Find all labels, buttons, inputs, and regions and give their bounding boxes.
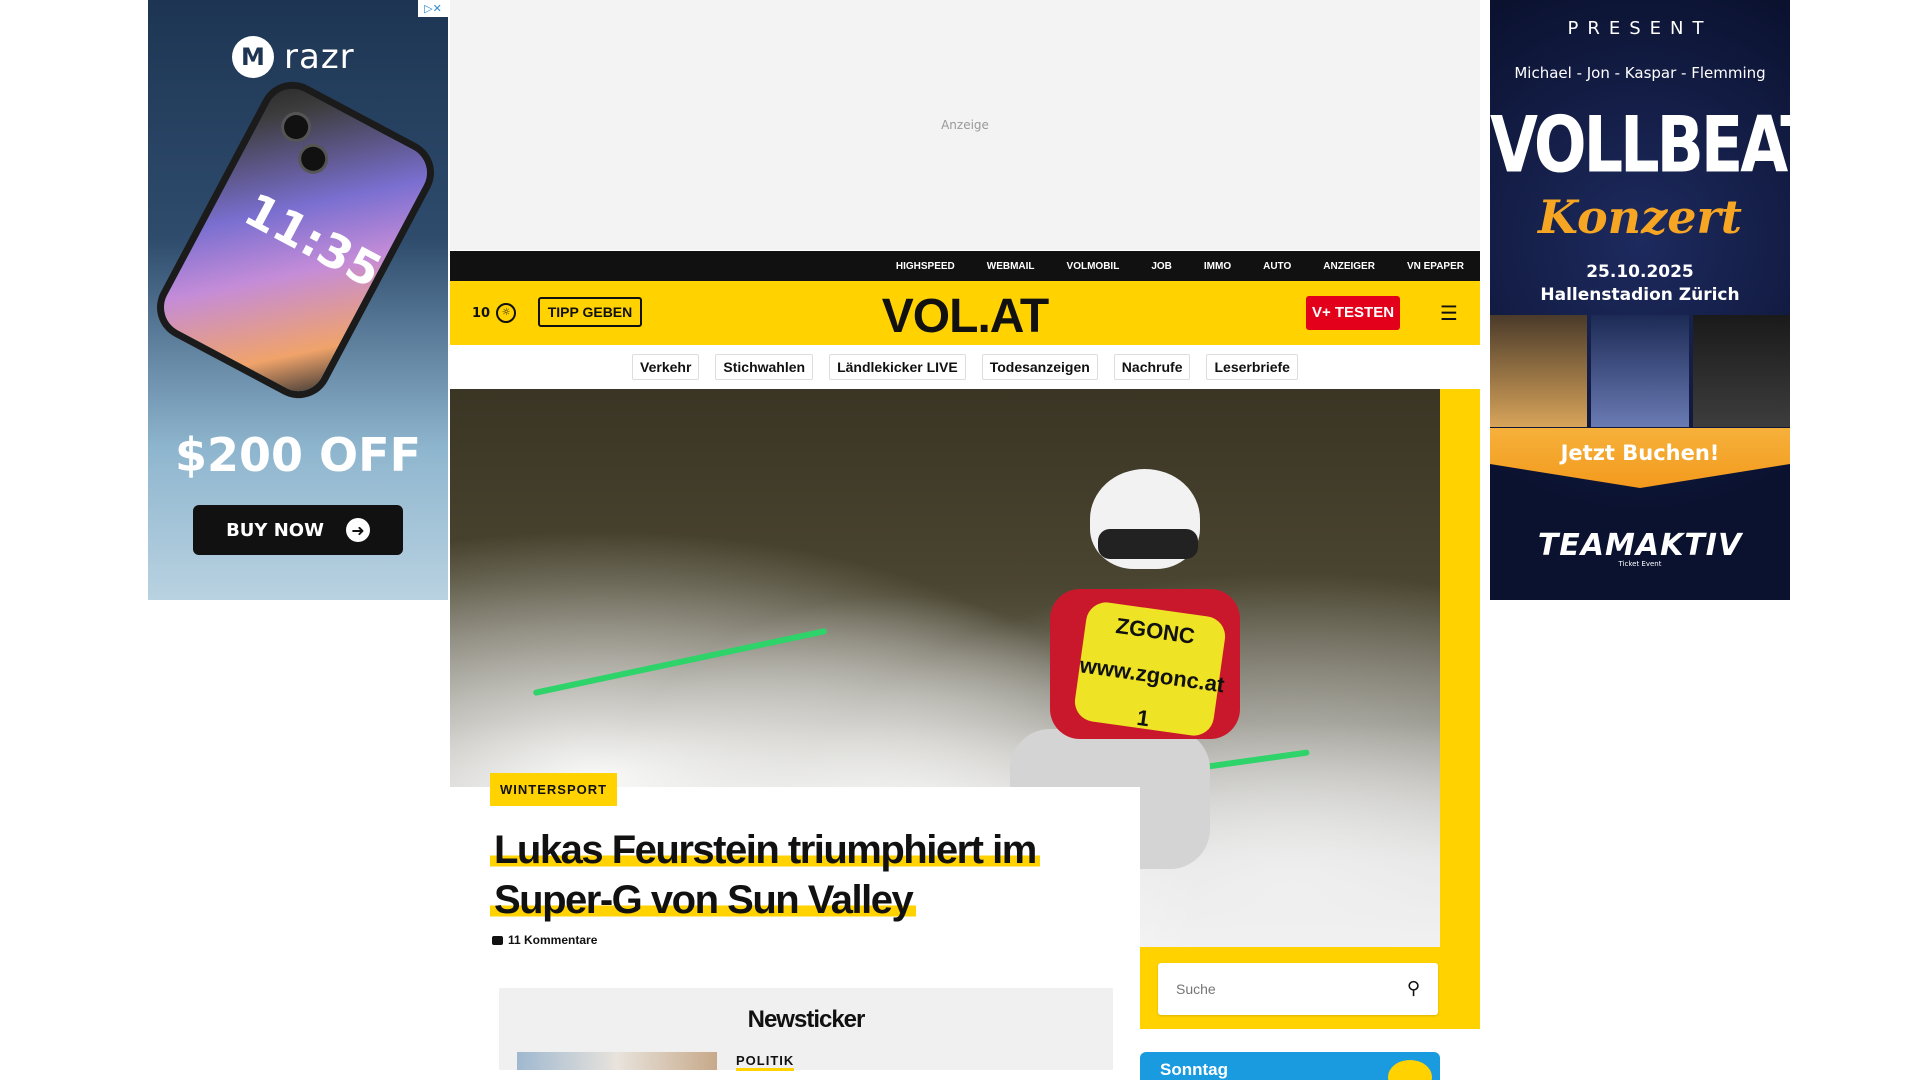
adchoices-icon[interactable]: ▷✕ [418,0,448,17]
ad-band-members: Michael - Jon - Kaspar - Flemming [1514,64,1766,82]
service-link-job[interactable]: JOB [1151,261,1172,272]
buy-now-label: BUY NOW [226,519,324,541]
topic-leserbriefe[interactable]: Leserbriefe [1206,354,1298,380]
ad-brand-name: razr [284,37,355,77]
comments-link[interactable]: 11 Kommentare [492,933,597,947]
band-photo [1692,315,1790,427]
ski-pole [532,627,828,697]
phone-image: 11:35 [154,79,437,401]
ad-sponsor-subtitle: Ticket Event [1618,560,1662,568]
newsticker-box: Newsticker POLITIK [499,988,1113,1071]
left-ad-banner[interactable]: ▷✕ M razr 11:35 $200 OFF BUY NOW ➜ [148,0,448,600]
weather-widget[interactable]: 10 ☼ [472,303,517,323]
service-link-volmobil[interactable]: VOLMOBIL [1067,261,1120,272]
motorola-logo-icon: M [232,36,274,78]
service-link-webmail[interactable]: WEBMAIL [987,261,1035,272]
comments-count: 11 Kommentare [508,933,598,947]
topic-laendlekicker-live[interactable]: Ländlekicker LIVE [829,354,966,380]
arrow-right-icon: ➜ [345,518,370,542]
headline-line-1: Lukas Feurstein triumphiert im [490,828,1040,872]
search-icon[interactable]: ⚲ [1407,978,1420,999]
headline-line-2: Super-G von Sun Valley [490,878,917,922]
ad-sponsor-logo: TEAMAKTIV [1537,528,1743,563]
ad-band-photos [1490,315,1790,427]
ad-offer-text: $200 OFF [175,428,421,482]
tipp-geben-button[interactable]: TIPP GEBEN [538,297,642,327]
service-link-immo[interactable]: IMMO [1204,261,1231,272]
topic-nav: Verkehr Stichwahlen Ländlekicker LIVE To… [450,345,1480,389]
ad-concert-date: 25.10.2025 [1586,262,1694,282]
ad-book-now-button[interactable]: Jetzt Buchen! [1490,428,1790,488]
phone-clock: 11:35 [235,182,391,299]
ad-band-title: VOLLBEAT [1490,98,1790,191]
topic-todesanzeigen[interactable]: Todesanzeigen [981,354,1098,380]
ad-concert-venue: Hallenstadion Zürich [1540,285,1740,305]
search-box: ⚲ [1158,963,1438,1015]
article-category-tag[interactable]: WINTERSPORT [490,773,618,806]
weather-icon: ☼ [496,303,517,323]
menu-search-icon[interactable]: ☰ [1440,303,1466,323]
right-ad-banner[interactable]: PRESENT Michael - Jon - Kaspar - Flemmin… [1490,0,1790,600]
newsticker-thumbnail[interactable] [517,1052,717,1070]
ad-label: Anzeige [941,118,989,132]
band-photo [1591,315,1689,427]
hero-section: ZGONC www.zgonc.at 1 WINTERSPORT Lukas F… [450,389,1480,1029]
newsticker-category[interactable]: POLITIK [736,1053,795,1071]
weather-day: Sonntag [1160,1060,1228,1079]
service-link-highspeed[interactable]: HIGHSPEED [896,261,955,272]
service-link-anzeiger[interactable]: ANZEIGER [1323,261,1375,272]
topic-stichwahlen[interactable]: Stichwahlen [715,354,814,380]
sun-cloud-icon [1388,1060,1432,1080]
skier-bib: ZGONC www.zgonc.at 1 [1072,599,1228,739]
vplus-testen-button[interactable]: V+ TESTEN [1306,296,1400,330]
service-link-auto[interactable]: AUTO [1263,261,1291,272]
comment-icon [492,935,503,945]
weather-teaser[interactable]: Sonntag [1140,1052,1440,1080]
band-photo [1490,315,1588,427]
ad-brand: M razr [232,36,355,78]
article-headline[interactable]: Lukas Feurstein triumphiert im Super-G v… [490,825,1130,925]
main-header: 10 ☼ TIPP GEBEN VOL.AT V+ TESTEN ☰ [450,281,1480,345]
top-ad-slot: Anzeige [450,0,1480,250]
topic-nachrufe[interactable]: Nachrufe [1113,354,1191,380]
service-link-vn-epaper[interactable]: VN EPAPER [1407,261,1464,272]
newsticker-title: Newsticker [747,1006,866,1033]
temperature: 10 [472,305,491,321]
ad-concert-title: Konzert [1538,190,1742,244]
buy-now-button[interactable]: BUY NOW ➜ [193,505,403,555]
camera-icon [275,106,317,148]
search-input[interactable] [1158,963,1398,1015]
service-nav: HIGHSPEED WEBMAIL VOLMOBIL JOB IMMO AUTO… [450,251,1480,281]
camera-icon [292,138,334,180]
topic-verkehr[interactable]: Verkehr [632,354,700,380]
ad-present-text: PRESENT [1567,18,1713,39]
skier-goggles [1098,529,1198,559]
